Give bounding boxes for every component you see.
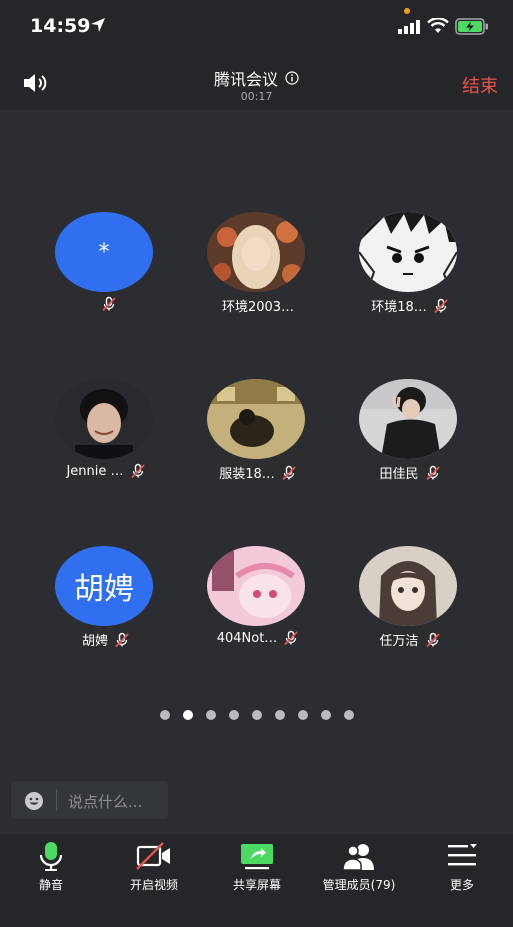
manage-members-label: 管理成员(79) xyxy=(322,878,396,892)
share-screen-icon xyxy=(241,844,273,870)
avatar: 胡娉 xyxy=(55,546,153,626)
recording-indicator xyxy=(404,8,410,14)
avatar xyxy=(207,379,305,459)
meeting-title[interactable]: 腾讯会议 xyxy=(0,66,513,90)
participant-tile[interactable]: Jennie … xyxy=(31,379,181,499)
participant-tile[interactable]: 环境18… xyxy=(335,212,485,332)
meeting-title-text: 腾讯会议 xyxy=(213,70,278,89)
mic-muted-icon xyxy=(115,632,129,647)
more-label: 更多 xyxy=(449,878,474,892)
participant-tile[interactable]: 田佳民 xyxy=(335,379,485,499)
page-dot-active[interactable] xyxy=(182,710,193,720)
participant-tile[interactable]: 胡娉 胡娉 xyxy=(31,546,181,666)
page-dot[interactable] xyxy=(274,710,285,720)
participant-tile[interactable]: * xyxy=(31,212,181,332)
location-arrow-icon xyxy=(91,18,105,32)
chat-placeholder[interactable]: 说点什么... xyxy=(68,791,142,812)
participant-tile[interactable]: 环境2003… xyxy=(183,212,333,332)
anime-girl-sketch-image xyxy=(359,546,457,626)
participant-name: 任万洁 xyxy=(379,634,419,649)
participant-name: 环境18… xyxy=(371,300,427,315)
mic-muted-icon xyxy=(284,630,298,646)
mic-muted-icon xyxy=(102,296,116,312)
battery-charging-icon xyxy=(455,18,488,35)
avatar xyxy=(207,212,305,292)
avatar: * xyxy=(55,212,153,292)
start-video-label: 开启视频 xyxy=(129,878,178,892)
mute-button[interactable]: 静音 xyxy=(0,840,102,893)
chat-divider xyxy=(56,789,57,811)
avatar xyxy=(359,379,457,459)
meeting-timer: 00:17 xyxy=(240,90,273,103)
mic-muted-icon xyxy=(434,298,448,313)
manage-members-button[interactable]: 管理成员(79) xyxy=(308,840,410,893)
end-meeting-button[interactable]: 结束 xyxy=(462,72,498,98)
start-video-button[interactable]: 开启视频 xyxy=(103,840,205,893)
video-off-icon xyxy=(136,842,170,870)
page-dot[interactable] xyxy=(251,710,262,720)
avatar xyxy=(359,212,457,292)
participant-name: 服装18… xyxy=(219,467,275,482)
page-dot[interactable] xyxy=(320,710,331,720)
avatar xyxy=(55,379,153,459)
participant-name: 404Not… xyxy=(216,630,278,646)
mute-label: 静音 xyxy=(38,878,63,892)
peace-sign-photo xyxy=(359,379,457,459)
emoji-icon[interactable] xyxy=(24,791,44,811)
more-button[interactable]: 更多 xyxy=(411,840,513,893)
more-menu-icon xyxy=(448,844,477,866)
page-dot[interactable] xyxy=(205,710,216,720)
page-dot[interactable] xyxy=(343,710,354,720)
mic-muted-icon xyxy=(130,463,145,479)
wifi-icon xyxy=(427,18,449,33)
page-dot[interactable] xyxy=(297,710,308,720)
sitting-person-photo xyxy=(207,379,305,459)
info-icon[interactable] xyxy=(285,71,299,85)
share-screen-button[interactable]: 共享屏幕 xyxy=(206,840,308,893)
avatar xyxy=(207,546,305,626)
mic-muted-icon xyxy=(282,465,296,480)
participant-tile[interactable]: 404Not… xyxy=(183,546,333,666)
share-screen-label: 共享屏幕 xyxy=(232,878,281,892)
members-icon xyxy=(342,844,374,871)
participant-name: 胡娉 xyxy=(81,634,108,649)
cellular-signal-icon xyxy=(398,20,420,34)
blonde-girl-photo xyxy=(207,212,305,292)
participant-tile[interactable]: 服装18… xyxy=(183,379,333,499)
page-dot[interactable] xyxy=(159,710,170,720)
page-indicator[interactable] xyxy=(0,710,513,720)
participant-name: 田佳民 xyxy=(379,467,419,482)
participant-name: Jennie … xyxy=(66,463,124,479)
mic-muted-icon xyxy=(425,632,440,647)
avatar xyxy=(359,546,457,626)
microphone-icon xyxy=(39,842,63,871)
anime-sketch-image xyxy=(359,212,457,292)
participant-name: 环境2003… xyxy=(221,300,295,315)
smiling-boy-photo xyxy=(55,379,153,459)
page-dot[interactable] xyxy=(228,710,239,720)
status-time: 14:59 xyxy=(30,15,91,37)
participant-tile[interactable]: 任万洁 xyxy=(335,546,485,666)
pink-anime-image xyxy=(207,546,305,626)
mic-muted-icon xyxy=(425,465,440,480)
